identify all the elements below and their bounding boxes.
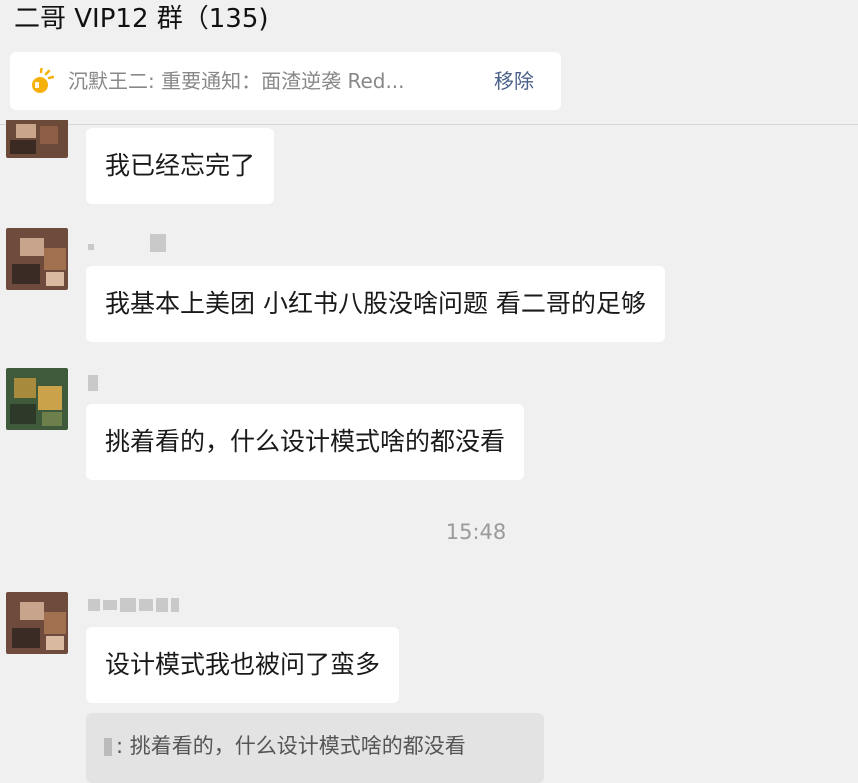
sender-name	[88, 372, 98, 394]
message-bubble[interactable]: 我已经忘完了	[86, 128, 275, 204]
notice-text: 沉默王二: 重要通知：面渣逆袭 Red...	[68, 69, 405, 93]
avatar[interactable]	[6, 592, 68, 654]
message-bubble[interactable]: 我基本上美团 小红书八股没啥问题 看二哥的足够	[86, 266, 665, 342]
avatar[interactable]	[6, 368, 68, 430]
message-bubble[interactable]: 设计模式我也被问了蛮多	[86, 627, 400, 703]
remove-notice-button[interactable]: 移除	[494, 52, 534, 110]
avatar[interactable]	[6, 228, 68, 290]
quoted-sender-name	[104, 738, 112, 756]
divider	[0, 124, 858, 125]
timestamp: 15:48	[445, 520, 507, 544]
group-notice-bar[interactable]: 沉默王二: 重要通知：面渣逆袭 Red... 移除	[10, 52, 561, 110]
quoted-message[interactable]: : 挑着看的，什么设计模式啥的都没看	[86, 713, 544, 783]
avatar[interactable]	[6, 96, 68, 158]
sender-name	[88, 594, 179, 616]
message-bubble[interactable]: 挑着看的，什么设计模式啥的都没看	[86, 404, 525, 480]
sender-name	[88, 232, 166, 254]
quoted-message-text: : 挑着看的，什么设计模式啥的都没看	[116, 734, 466, 758]
chat-title: 二哥 VIP12 群（135)	[14, 4, 269, 34]
announcement-icon	[32, 68, 54, 93]
